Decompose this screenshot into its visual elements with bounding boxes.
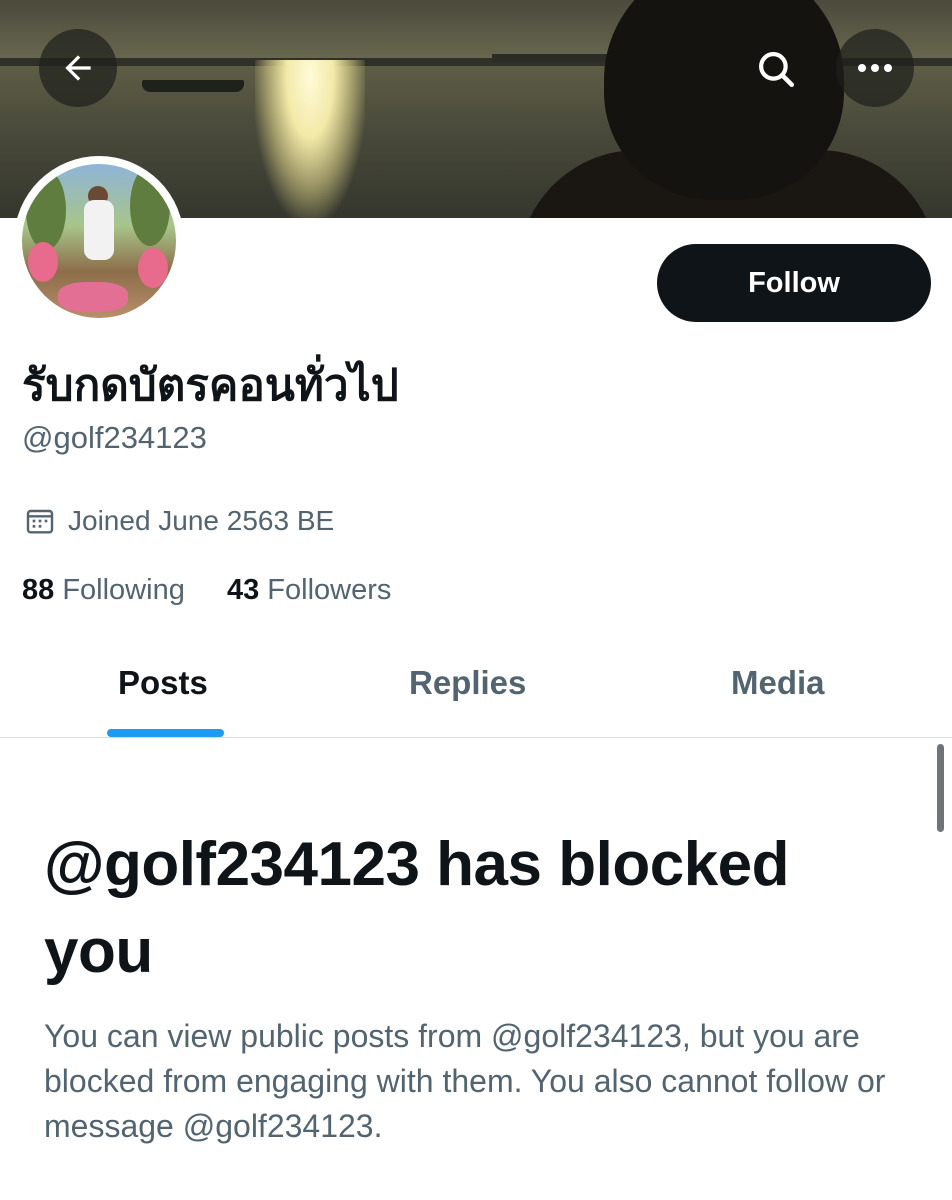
banner-sun-reflection [255,60,365,218]
avatar-tree [26,170,66,250]
search-button[interactable] [746,39,806,99]
avatar-tree [130,166,170,246]
follow-button[interactable]: Follow [657,244,931,322]
banner-pier [492,54,612,62]
profile-avatar[interactable] [14,156,184,326]
more-horizontal-icon [858,64,892,72]
profile-page: Follow รับกดบัตรคอนทั่วไป @golf234123 Jo… [0,0,952,1200]
scrollbar[interactable] [937,744,944,832]
avatar-flamingo [28,242,58,282]
avatar-image [22,164,176,318]
tab-replies[interactable]: Replies [409,664,526,702]
joined-date: Joined June 2563 BE [24,505,334,537]
avatar-person-body [84,200,114,260]
profile-handle: @golf234123 [22,420,207,455]
blocked-description: You can view public posts from @golf2341… [44,1018,886,1144]
more-options-button[interactable] [836,29,914,107]
banner-boat [142,80,244,92]
tab-media[interactable]: Media [731,664,825,702]
tab-posts[interactable]: Posts [118,664,208,702]
search-icon [759,52,795,88]
followers-count: 43 [226,574,260,606]
followers-link[interactable]: 43 Followers [219,574,391,606]
arrow-left-icon [65,55,91,81]
followers-label: Followers [267,574,392,606]
blocked-title: @golf234123 has blocked you [44,830,790,986]
back-button[interactable] [39,29,117,107]
profile-tabs: Posts Replies Media [0,640,952,738]
follow-stats: 88 Following 43 Followers [22,574,391,607]
banner-silhouette-head [604,0,844,200]
following-count: 88 [22,574,55,606]
avatar-flamingo [138,248,168,288]
active-tab-indicator [107,729,224,737]
joined-text: Joined June 2563 BE [68,505,335,536]
display-name: รับกดบัตรคอนทั่วไป [22,361,399,410]
following-link[interactable]: 88 Following [22,574,193,606]
following-label: Following [62,574,185,606]
calendar-icon [26,509,54,534]
avatar-pink-base [58,282,128,312]
